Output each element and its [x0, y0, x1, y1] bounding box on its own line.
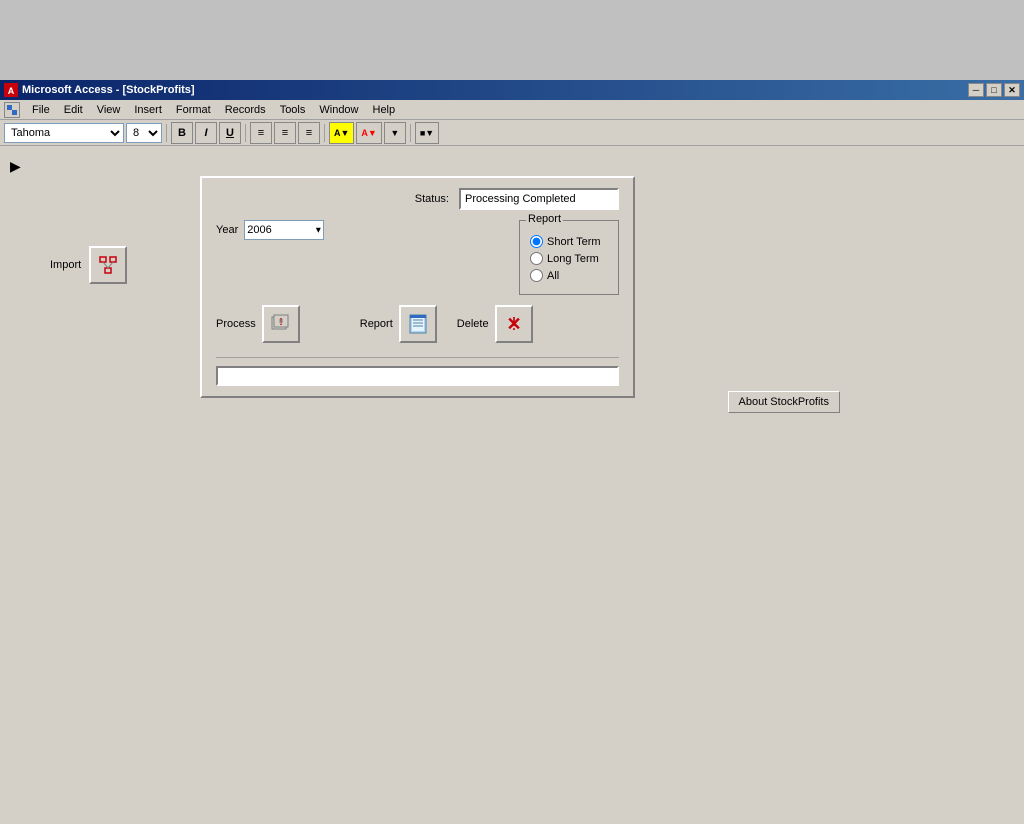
menu-insert[interactable]: Insert: [128, 102, 168, 118]
menu-edit[interactable]: Edit: [58, 102, 89, 118]
menu-help[interactable]: Help: [367, 102, 402, 118]
progress-area: [216, 357, 619, 396]
year-label: Year: [216, 224, 238, 236]
radio-long-term-input[interactable]: [530, 252, 543, 265]
delete-button[interactable]: ✕ !: [495, 305, 533, 343]
radio-short-term: Short Term: [530, 235, 608, 248]
border-button[interactable]: ▼: [384, 122, 406, 144]
year-group: Year 2004 2005 2006 2007 ▼: [216, 220, 324, 240]
restore-button[interactable]: □: [986, 83, 1002, 97]
highlight-button[interactable]: A▼: [329, 122, 354, 144]
toolbar-separator-3: [324, 124, 325, 142]
align-center-button[interactable]: ≡: [274, 122, 296, 144]
status-row: Status: Processing Completed: [216, 188, 619, 210]
menu-file[interactable]: File: [26, 102, 56, 118]
font-color-button[interactable]: A▼: [356, 122, 381, 144]
radio-all-label: All: [547, 270, 559, 282]
status-value: Processing Completed: [465, 193, 576, 205]
menu-view[interactable]: View: [91, 102, 127, 118]
svg-text:!: !: [511, 314, 516, 334]
year-select-wrapper: 2004 2005 2006 2007 ▼: [244, 220, 324, 240]
align-left-button[interactable]: ≡: [250, 122, 272, 144]
title-bar: A Microsoft Access - [StockProfits] ─ □ …: [0, 80, 1024, 100]
year-select[interactable]: 2004 2005 2006 2007: [244, 220, 324, 240]
align-right-button[interactable]: ≡: [298, 122, 320, 144]
about-button[interactable]: About StockProfits: [728, 391, 841, 413]
form-container: Status: Processing Completed Year 2004 2…: [200, 176, 635, 398]
menu-tools[interactable]: Tools: [274, 102, 312, 118]
main-area: ▶ Import Status: Processing Completed: [0, 146, 1024, 824]
import-label: Import: [50, 259, 81, 271]
report-group-label: Report: [526, 213, 563, 225]
import-group: Import: [50, 246, 127, 284]
radio-short-term-label: Short Term: [547, 236, 601, 248]
toolbar-separator-1: [166, 124, 167, 142]
font-size-select[interactable]: 8: [126, 123, 162, 143]
title-text: Microsoft Access - [StockProfits]: [22, 84, 195, 96]
report-button-group: Report: [360, 305, 437, 343]
radio-long-term: Long Term: [530, 252, 608, 265]
record-arrow: ▶: [10, 158, 21, 175]
toolbar: Tahoma 8 B I U ≡ ≡ ≡ A▼ A▼ ▼ ■▼: [0, 120, 1024, 146]
bold-button[interactable]: B: [171, 122, 193, 144]
progress-bar-container: [216, 366, 619, 386]
status-field: Processing Completed: [459, 188, 619, 210]
form-panel: Status: Processing Completed Year 2004 2…: [200, 176, 635, 398]
year-report-row: Year 2004 2005 2006 2007 ▼ Report: [216, 220, 619, 295]
toolbar-separator-4: [410, 124, 411, 142]
process-group: Process !: [216, 305, 300, 343]
italic-button[interactable]: I: [195, 122, 217, 144]
radio-short-term-input[interactable]: [530, 235, 543, 248]
menu-bar: File Edit View Insert Format Records Too…: [0, 100, 1024, 120]
import-button[interactable]: [89, 246, 127, 284]
app-icon: A: [4, 83, 18, 97]
radio-long-term-label: Long Term: [547, 253, 599, 265]
status-label: Status:: [415, 193, 449, 205]
report-label: Report: [360, 318, 393, 330]
toolbar-separator-2: [245, 124, 246, 142]
menu-records[interactable]: Records: [219, 102, 272, 118]
menu-window[interactable]: Window: [313, 102, 364, 118]
report-group: Report Short Term Long Term All: [519, 220, 619, 295]
radio-all: All: [530, 269, 608, 282]
process-label: Process: [216, 318, 256, 330]
close-button[interactable]: ✕: [1004, 83, 1020, 97]
process-button[interactable]: !: [262, 305, 300, 343]
access-menu-icon: [4, 102, 20, 118]
underline-button[interactable]: U: [219, 122, 241, 144]
report-button[interactable]: [399, 305, 437, 343]
buttons-row: Process ! Report: [216, 305, 619, 343]
menu-format[interactable]: Format: [170, 102, 217, 118]
svg-text:A: A: [8, 86, 15, 96]
delete-group: Delete ✕ !: [457, 305, 533, 343]
special-button[interactable]: ■▼: [415, 122, 439, 144]
minimize-button[interactable]: ─: [968, 83, 984, 97]
font-name-select[interactable]: Tahoma: [4, 123, 124, 143]
radio-all-input[interactable]: [530, 269, 543, 282]
delete-label: Delete: [457, 318, 489, 330]
